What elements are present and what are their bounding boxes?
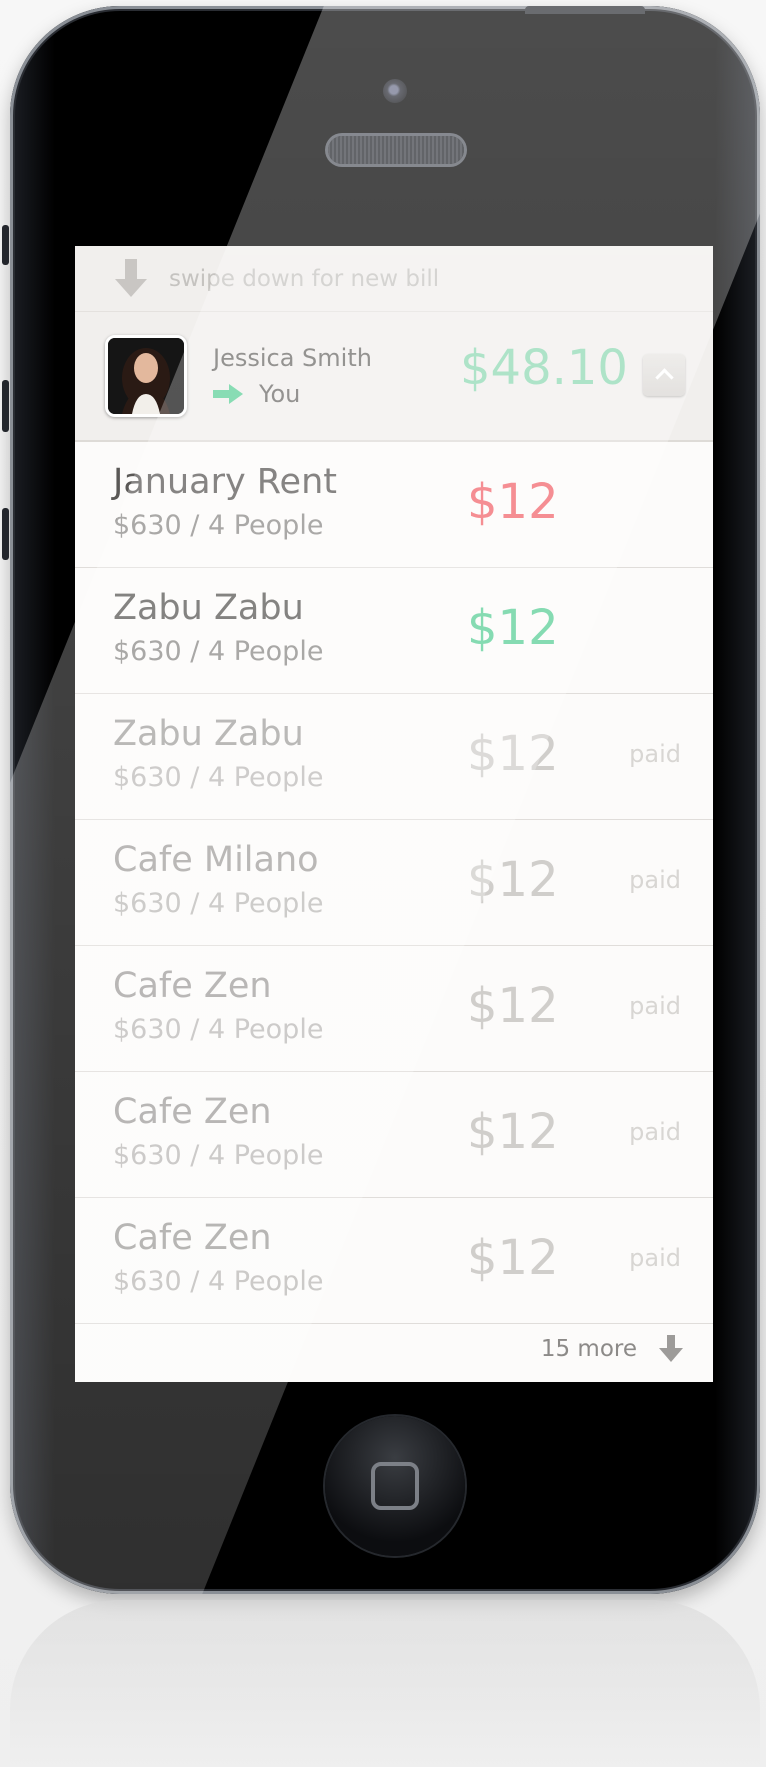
- total-amount: $48.10: [460, 340, 628, 396]
- bill-amount: $12: [467, 600, 559, 656]
- bill-detail: $630 / 4 People: [113, 762, 324, 793]
- bill-name: Zabu Zabu: [113, 588, 304, 628]
- app-screen: swipe down for new bill Jessica Smith Yo…: [75, 246, 713, 1382]
- user-summary: Jessica Smith You $48.10: [75, 312, 713, 442]
- swipe-hint-bar[interactable]: swipe down for new bill: [75, 246, 713, 312]
- home-square-icon: [371, 1462, 419, 1510]
- volume-down-button: [2, 508, 9, 560]
- bill-status: paid: [629, 740, 681, 768]
- avatar-photo: [108, 338, 184, 414]
- bill-name: January Rent: [113, 462, 337, 502]
- earpiece-speaker: [328, 136, 464, 164]
- front-camera: [383, 79, 407, 103]
- bill-status: paid: [629, 992, 681, 1020]
- bill-amount: $12: [467, 474, 559, 530]
- bill-name: Cafe Zen: [113, 1092, 272, 1132]
- bill-row[interactable]: Zabu Zabu $630 / 4 People $12 paid: [75, 694, 713, 820]
- bill-row[interactable]: Cafe Zen $630 / 4 People $12 paid: [75, 1072, 713, 1198]
- phone-frame: swipe down for new bill Jessica Smith Yo…: [10, 6, 760, 1594]
- more-bar[interactable]: 15 more: [75, 1324, 713, 1373]
- bill-amount: $12: [467, 726, 559, 782]
- direction-label: You: [259, 380, 301, 408]
- power-button: [525, 6, 645, 14]
- home-button[interactable]: [325, 1416, 465, 1556]
- bill-name: Cafe Zen: [113, 966, 272, 1006]
- bill-row[interactable]: January Rent $630 / 4 People $12: [75, 442, 713, 568]
- arrow-down-icon: [115, 258, 147, 299]
- swipe-hint-text: swipe down for new bill: [169, 265, 440, 292]
- chevron-up-icon: [654, 368, 674, 387]
- bill-detail: $630 / 4 People: [113, 1140, 324, 1171]
- bill-amount: $12: [467, 1230, 559, 1286]
- bill-row[interactable]: Cafe Zen $630 / 4 People $12 paid: [75, 1198, 713, 1324]
- bill-detail: $630 / 4 People: [113, 1014, 324, 1045]
- avatar: [105, 335, 187, 417]
- user-name: Jessica Smith: [213, 344, 372, 372]
- phone-reflection: [10, 1600, 760, 1767]
- bill-row[interactable]: Cafe Milano $630 / 4 People $12 paid: [75, 820, 713, 946]
- bill-list: January Rent $630 / 4 People $12 Zabu Zabu $…: [75, 442, 713, 1324]
- bill-row[interactable]: Cafe Zen $630 / 4 People $12 paid: [75, 946, 713, 1072]
- bill-name: Cafe Milano: [113, 840, 319, 880]
- volume-up-button: [2, 380, 9, 432]
- bill-name: Zabu Zabu: [113, 714, 304, 754]
- bill-amount: $12: [467, 978, 559, 1034]
- bill-status: paid: [629, 1118, 681, 1146]
- arrow-right-icon: [213, 384, 245, 404]
- bill-detail: $630 / 4 People: [113, 636, 324, 667]
- mute-switch: [2, 225, 9, 265]
- bill-row[interactable]: Zabu Zabu $630 / 4 People $12: [75, 568, 713, 694]
- bill-detail: $630 / 4 People: [113, 888, 324, 919]
- more-count: 15 more: [540, 1335, 637, 1362]
- bill-detail: $630 / 4 People: [113, 1266, 324, 1297]
- collapse-button[interactable]: [643, 354, 685, 396]
- bill-detail: $630 / 4 People: [113, 510, 324, 541]
- bill-status: paid: [629, 866, 681, 894]
- bill-amount: $12: [467, 1104, 559, 1160]
- arrow-down-icon: [659, 1334, 683, 1363]
- bill-status: paid: [629, 1244, 681, 1272]
- bill-name: Cafe Zen: [113, 1218, 272, 1258]
- bill-amount: $12: [467, 852, 559, 908]
